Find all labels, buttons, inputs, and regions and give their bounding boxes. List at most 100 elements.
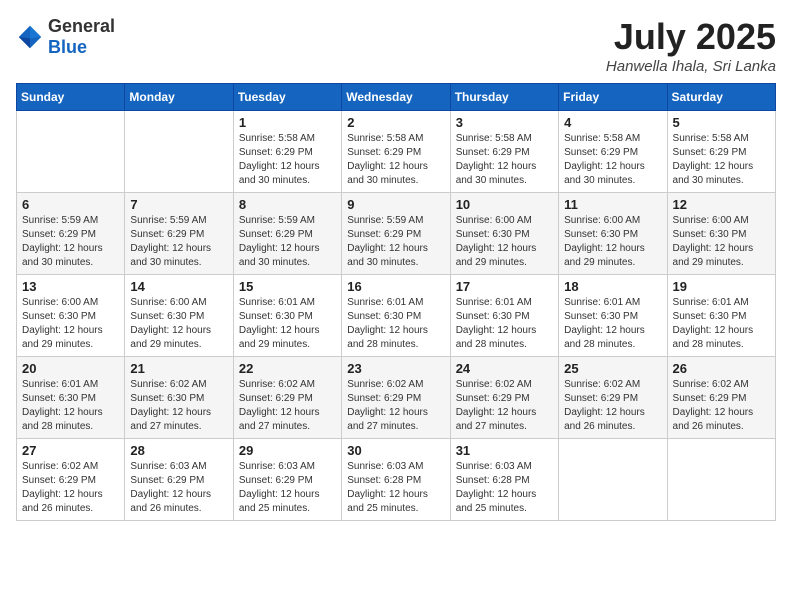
calendar-cell: 11 Sunrise: 6:00 AM Sunset: 6:30 PM Dayli… (559, 193, 667, 275)
calendar-cell: 26 Sunrise: 6:02 AM Sunset: 6:29 PM Dayli… (667, 357, 775, 439)
day-number: 6 (22, 197, 119, 212)
day-info: Sunrise: 6:02 AM Sunset: 6:29 PM Dayligh… (564, 378, 661, 434)
calendar-cell: 6 Sunrise: 5:59 AM Sunset: 6:29 PM Daylig… (17, 193, 125, 275)
calendar-cell: 3Sunrise: 5:58 AM Sunset: 6:29 PM Daylig… (450, 111, 558, 193)
day-info: Sunrise: 6:02 AM Sunset: 6:29 PM Dayligh… (347, 378, 444, 434)
day-info: Sunrise: 6:01 AM Sunset: 6:30 PM Dayligh… (456, 296, 553, 352)
calendar-cell: 1Sunrise: 5:58 AM Sunset: 6:29 PM Daylig… (233, 111, 341, 193)
calendar-cell: 10 Sunrise: 6:00 AM Sunset: 6:30 PM Dayli… (450, 193, 558, 275)
day-number: 10 (456, 197, 553, 212)
calendar-cell: 16 Sunrise: 6:01 AM Sunset: 6:30 PM Dayli… (342, 275, 450, 357)
calendar-cell: 17 Sunrise: 6:01 AM Sunset: 6:30 PM Dayli… (450, 275, 558, 357)
day-number: 9 (347, 197, 444, 212)
calendar-cell: 30 Sunrise: 6:03 AM Sunset: 6:28 PM Dayli… (342, 439, 450, 521)
calendar-cell: 21 Sunrise: 6:02 AM Sunset: 6:30 PM Dayli… (125, 357, 233, 439)
calendar-cell: 13Sunrise: 6:00 AM Sunset: 6:30 PM Dayli… (17, 275, 125, 357)
calendar-cell: 23 Sunrise: 6:02 AM Sunset: 6:29 PM Dayli… (342, 357, 450, 439)
day-info: Sunrise: 5:59 AM Sunset: 6:29 PM Dayligh… (239, 214, 336, 270)
day-number: 13 (22, 279, 119, 294)
calendar-cell: 2 Sunrise: 5:58 AM Sunset: 6:29 PM Daylig… (342, 111, 450, 193)
day-info: Sunrise: 6:01 AM Sunset: 6:30 PM Dayligh… (564, 296, 661, 352)
day-number: 15 (239, 279, 336, 294)
day-number: 20 (22, 361, 119, 376)
day-number: 2 (347, 115, 444, 130)
calendar-week-1: 1Sunrise: 5:58 AM Sunset: 6:29 PM Daylig… (17, 111, 776, 193)
day-number: 23 (347, 361, 444, 376)
calendar-cell (17, 111, 125, 193)
day-info: Sunrise: 5:58 AM Sunset: 6:29 PM Dayligh… (347, 132, 444, 188)
day-info: Sunrise: 5:58 AM Sunset: 6:29 PM Dayligh… (564, 132, 661, 188)
day-number: 8 (239, 197, 336, 212)
day-number: 26 (673, 361, 770, 376)
calendar-table: SundayMondayTuesdayWednesdayThursdayFrid… (16, 83, 776, 521)
day-number: 18 (564, 279, 661, 294)
calendar-header: SundayMondayTuesdayWednesdayThursdayFrid… (17, 84, 776, 111)
weekday-header-monday: Monday (125, 84, 233, 111)
calendar-cell: 28Sunrise: 6:03 AM Sunset: 6:29 PM Dayli… (125, 439, 233, 521)
weekday-header-tuesday: Tuesday (233, 84, 341, 111)
calendar-cell: 12Sunrise: 6:00 AM Sunset: 6:30 PM Dayli… (667, 193, 775, 275)
calendar-cell: 25Sunrise: 6:02 AM Sunset: 6:29 PM Dayli… (559, 357, 667, 439)
calendar-body: 1Sunrise: 5:58 AM Sunset: 6:29 PM Daylig… (17, 111, 776, 521)
day-info: Sunrise: 6:00 AM Sunset: 6:30 PM Dayligh… (456, 214, 553, 270)
weekday-header-sunday: Sunday (17, 84, 125, 111)
calendar-cell: 14 Sunrise: 6:00 AM Sunset: 6:30 PM Dayli… (125, 275, 233, 357)
calendar-cell: 5Sunrise: 5:58 AM Sunset: 6:29 PM Daylig… (667, 111, 775, 193)
day-number: 24 (456, 361, 553, 376)
calendar-cell: 9 Sunrise: 5:59 AM Sunset: 6:29 PM Daylig… (342, 193, 450, 275)
day-info: Sunrise: 5:58 AM Sunset: 6:29 PM Dayligh… (673, 132, 770, 188)
page-header: General Blue July 2025 Hanwella Ihala, S… (16, 16, 776, 75)
day-info: Sunrise: 5:59 AM Sunset: 6:29 PM Dayligh… (22, 214, 119, 270)
calendar-cell: 29Sunrise: 6:03 AM Sunset: 6:29 PM Dayli… (233, 439, 341, 521)
day-info: Sunrise: 6:02 AM Sunset: 6:29 PM Dayligh… (456, 378, 553, 434)
weekday-header-thursday: Thursday (450, 84, 558, 111)
day-number: 4 (564, 115, 661, 130)
day-info: Sunrise: 6:03 AM Sunset: 6:28 PM Dayligh… (347, 460, 444, 516)
day-number: 12 (673, 197, 770, 212)
logo-text: General Blue (48, 16, 115, 58)
calendar-week-4: 20 Sunrise: 6:01 AM Sunset: 6:30 PM Dayli… (17, 357, 776, 439)
day-info: Sunrise: 6:00 AM Sunset: 6:30 PM Dayligh… (564, 214, 661, 270)
day-info: Sunrise: 6:03 AM Sunset: 6:28 PM Dayligh… (456, 460, 553, 516)
calendar-cell: 20 Sunrise: 6:01 AM Sunset: 6:30 PM Dayli… (17, 357, 125, 439)
calendar-week-2: 6 Sunrise: 5:59 AM Sunset: 6:29 PM Daylig… (17, 193, 776, 275)
calendar-cell (125, 111, 233, 193)
day-number: 14 (130, 279, 227, 294)
weekday-header-friday: Friday (559, 84, 667, 111)
day-number: 3 (456, 115, 553, 130)
logo-icon (16, 23, 44, 51)
day-info: Sunrise: 6:02 AM Sunset: 6:30 PM Dayligh… (130, 378, 227, 434)
day-number: 30 (347, 443, 444, 458)
day-info: Sunrise: 6:02 AM Sunset: 6:29 PM Dayligh… (239, 378, 336, 434)
day-number: 17 (456, 279, 553, 294)
day-info: Sunrise: 6:01 AM Sunset: 6:30 PM Dayligh… (239, 296, 336, 352)
day-info: Sunrise: 6:01 AM Sunset: 6:30 PM Dayligh… (347, 296, 444, 352)
day-info: Sunrise: 5:59 AM Sunset: 6:29 PM Dayligh… (347, 214, 444, 270)
calendar-cell: 4 Sunrise: 5:58 AM Sunset: 6:29 PM Daylig… (559, 111, 667, 193)
calendar-week-3: 13 Sunrise: 6:00 AM Sunset: 6:30 PM Dayli… (17, 275, 776, 357)
day-number: 11 (564, 197, 661, 212)
day-info: Sunrise: 6:02 AM Sunset: 6:29 PM Dayligh… (22, 460, 119, 516)
day-number: 7 (130, 197, 227, 212)
calendar-title: July 2025 (606, 16, 776, 58)
logo-general: General (48, 16, 115, 36)
day-number: 31 (456, 443, 553, 458)
calendar-location: Hanwella Ihala, Sri Lanka (606, 58, 776, 75)
day-number: 22 (239, 361, 336, 376)
day-info: Sunrise: 6:01 AM Sunset: 6:30 PM Dayligh… (22, 378, 119, 434)
day-number: 29 (239, 443, 336, 458)
day-number: 19 (673, 279, 770, 294)
calendar-cell: 19Sunrise: 6:01 AM Sunset: 6:30 PM Dayli… (667, 275, 775, 357)
day-info: Sunrise: 6:03 AM Sunset: 6:29 PM Dayligh… (130, 460, 227, 516)
calendar-week-5: 27 Sunrise: 6:02 AM Sunset: 6:29 PM Dayli… (17, 439, 776, 521)
calendar-cell (667, 439, 775, 521)
calendar-cell: 31 Sunrise: 6:03 AM Sunset: 6:28 PM Dayli… (450, 439, 558, 521)
day-number: 21 (130, 361, 227, 376)
day-info: Sunrise: 6:00 AM Sunset: 6:30 PM Dayligh… (130, 296, 227, 352)
calendar-cell: 8 Sunrise: 5:59 AM Sunset: 6:29 PM Daylig… (233, 193, 341, 275)
day-number: 16 (347, 279, 444, 294)
calendar-cell (559, 439, 667, 521)
day-info: Sunrise: 6:02 AM Sunset: 6:29 PM Dayligh… (673, 378, 770, 434)
calendar-cell: 18 Sunrise: 6:01 AM Sunset: 6:30 PM Dayli… (559, 275, 667, 357)
day-number: 27 (22, 443, 119, 458)
